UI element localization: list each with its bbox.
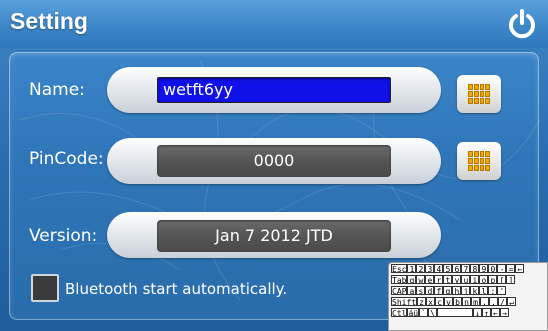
- osk-key[interactable]: Tab: [391, 275, 408, 284]
- osk-key[interactable]: u: [461, 275, 471, 284]
- osk-key[interactable]: ]: [506, 275, 516, 284]
- version-value: Jan 7 2012 JTD: [157, 220, 391, 252]
- osk-key[interactable]: o: [479, 275, 489, 284]
- osk-key[interactable]: ;: [488, 286, 498, 295]
- osk-key[interactable]: ←: [491, 308, 501, 317]
- osk-key[interactable]: CAP: [391, 286, 408, 295]
- osk-key[interactable]: d: [425, 286, 435, 295]
- osk-key[interactable]: n: [462, 297, 472, 306]
- osk-key[interactable]: 9: [479, 264, 489, 273]
- osk-key[interactable]: m: [471, 297, 481, 306]
- osk-key[interactable]: l: [479, 286, 489, 295]
- osk-key[interactable]: c: [435, 297, 445, 306]
- osk-key[interactable]: s: [416, 286, 426, 295]
- osk-key[interactable]: w: [416, 275, 426, 284]
- osk-key[interactable]: 3: [425, 264, 435, 273]
- pincode-label: PinCode:: [29, 149, 104, 169]
- keyboard-grid-icon: [468, 151, 490, 171]
- osk-key[interactable]: 0: [488, 264, 498, 273]
- osk-key[interactable]: t: [443, 275, 453, 284]
- osk-key[interactable]: a: [407, 286, 417, 295]
- osk-key[interactable]: ,: [480, 297, 490, 306]
- osk-key[interactable]: 7: [461, 264, 471, 273]
- osk-key[interactable]: r: [434, 275, 444, 284]
- osk-key[interactable]: 6: [452, 264, 462, 273]
- title-bar: Setting: [0, 0, 548, 48]
- osk-key[interactable]: k: [470, 286, 480, 295]
- pincode-input[interactable]: 0000: [157, 145, 391, 177]
- osk-key[interactable]: `: [419, 308, 429, 317]
- osk-key[interactable]: /: [498, 297, 508, 306]
- osk-key[interactable]: áü: [407, 308, 420, 317]
- osk-key[interactable]: Shift: [391, 297, 418, 306]
- osk-key[interactable]: →: [500, 308, 510, 317]
- osk-key[interactable]: =: [506, 264, 516, 273]
- osk-key[interactable]: e: [425, 275, 435, 284]
- window-title: Setting: [10, 8, 88, 34]
- osk-key[interactable]: 4: [434, 264, 444, 273]
- osk-key[interactable]: q: [407, 275, 417, 284]
- bluetooth-label[interactable]: Bluetooth start automatically.: [65, 280, 287, 298]
- osk-key[interactable]: 1: [407, 264, 417, 273]
- osk-key[interactable]: b: [453, 297, 463, 306]
- osk-key[interactable]: p: [488, 275, 498, 284]
- name-label: Name:: [29, 80, 85, 100]
- osk-row: CAP a s d f g h j k l ; ': [391, 286, 547, 296]
- bluetooth-checkbox[interactable]: [31, 274, 59, 302]
- on-screen-keyboard[interactable]: Esc 1 2 3 4 5 6 7 8 9 0 - = ← Tab q w e …: [388, 262, 548, 331]
- osk-row: Shift z x c v b n m , . / ↵: [391, 297, 547, 307]
- power-icon[interactable]: [506, 8, 538, 40]
- osk-key[interactable]: [: [497, 275, 507, 284]
- osk-key[interactable]: 2: [416, 264, 426, 273]
- osk-key[interactable]: 5: [443, 264, 453, 273]
- osk-key[interactable]: f: [434, 286, 444, 295]
- pincode-keyboard-button[interactable]: [457, 142, 501, 180]
- osk-key[interactable]: \: [428, 308, 438, 317]
- osk-key[interactable]: ↑: [482, 308, 492, 317]
- osk-key[interactable]: j: [461, 286, 471, 295]
- osk-key[interactable]: ': [497, 286, 507, 295]
- osk-key[interactable]: -: [497, 264, 507, 273]
- osk-row: Esc 1 2 3 4 5 6 7 8 9 0 - = ←: [391, 264, 547, 274]
- osk-key[interactable]: y: [452, 275, 462, 284]
- osk-key[interactable]: g: [443, 286, 453, 295]
- osk-key[interactable]: z: [417, 297, 427, 306]
- osk-key[interactable]: v: [444, 297, 454, 306]
- osk-row: Ctl áü ` \ ↓ ↑ ← →: [391, 308, 547, 318]
- name-input[interactable]: wetft6yy: [157, 77, 391, 103]
- version-label: Version:: [29, 226, 98, 246]
- osk-key[interactable]: ↓: [473, 308, 483, 317]
- osk-key[interactable]: ↵: [507, 297, 517, 306]
- keyboard-grid-icon: [468, 84, 490, 104]
- osk-key[interactable]: Esc: [391, 264, 408, 273]
- name-keyboard-button[interactable]: [457, 75, 501, 113]
- osk-key[interactable]: x: [426, 297, 436, 306]
- osk-key[interactable]: 8: [470, 264, 480, 273]
- osk-key[interactable]: ←: [515, 264, 525, 273]
- osk-key[interactable]: .: [489, 297, 499, 306]
- osk-key[interactable]: Ctl: [391, 308, 408, 317]
- osk-key-space[interactable]: [437, 308, 474, 317]
- osk-key[interactable]: h: [452, 286, 462, 295]
- osk-key[interactable]: i: [470, 275, 480, 284]
- osk-row: Tab q w e r t y u i o p [ ]: [391, 275, 547, 285]
